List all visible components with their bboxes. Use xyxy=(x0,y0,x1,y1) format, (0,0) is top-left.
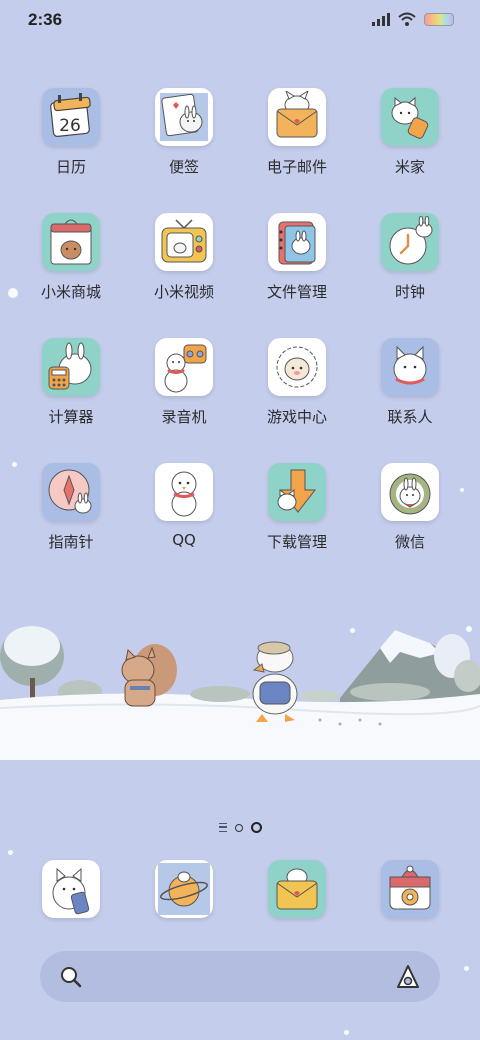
mail-icon xyxy=(268,88,326,146)
compass-icon xyxy=(42,463,100,521)
file-manager-icon xyxy=(268,213,326,271)
status-icons xyxy=(372,12,454,26)
svg-text:26: 26 xyxy=(59,116,81,136)
recorder-icon xyxy=(155,338,213,396)
qq-icon xyxy=(155,463,213,521)
contacts-icon xyxy=(381,338,439,396)
snowflake xyxy=(12,462,17,467)
calculator-icon xyxy=(42,338,100,396)
download-manager-icon xyxy=(268,463,326,521)
app-download-manager[interactable]: 下载管理 xyxy=(240,463,354,552)
messages-icon xyxy=(268,860,326,918)
app-label: 便签 xyxy=(168,158,199,176)
camera-icon xyxy=(381,860,439,918)
game-center-icon xyxy=(268,338,326,396)
dock-app-phone[interactable] xyxy=(14,860,128,918)
dock-app-messages[interactable] xyxy=(240,860,354,918)
battery-icon xyxy=(424,12,454,26)
wallpaper-scene xyxy=(0,626,480,760)
app-calculator[interactable]: 计算器 xyxy=(14,338,128,427)
app-recorder[interactable]: 录音机 xyxy=(127,338,241,427)
menu-lines-icon xyxy=(218,823,227,832)
signal-icon xyxy=(372,12,390,26)
app-clock[interactable]: 时钟 xyxy=(353,213,467,302)
app-label: 计算器 xyxy=(48,408,94,426)
snowflake xyxy=(350,628,355,633)
app-label: 文件管理 xyxy=(266,283,327,301)
app-mijia[interactable]: 米家 xyxy=(353,88,467,177)
dock-app-browser[interactable] xyxy=(127,860,241,918)
app-file-manager[interactable]: 文件管理 xyxy=(240,213,354,302)
browser-icon xyxy=(155,860,213,918)
app-label: 米家 xyxy=(394,158,425,176)
app-label: 游戏中心 xyxy=(266,408,327,426)
page-dot xyxy=(234,823,243,832)
snowflake xyxy=(8,850,13,855)
app-label: 联系人 xyxy=(387,408,433,426)
snowflake xyxy=(460,488,464,492)
app-label: 下载管理 xyxy=(266,533,327,551)
app-label: 时钟 xyxy=(394,283,425,301)
app-label: 小米视频 xyxy=(153,283,214,301)
assistant-icon[interactable] xyxy=(394,963,422,991)
app-label: 录音机 xyxy=(161,408,207,426)
app-mi-store[interactable]: 小米商城 xyxy=(14,213,128,302)
app-label: 指南针 xyxy=(48,533,94,551)
snowflake xyxy=(466,626,472,632)
app-label: 小米商城 xyxy=(40,283,101,301)
dock xyxy=(0,860,480,922)
app-calendar[interactable]: 26 日历 xyxy=(14,88,128,177)
status-bar: 2:36 xyxy=(0,0,480,42)
app-label: 日历 xyxy=(55,158,86,176)
mi-video-icon xyxy=(155,213,213,271)
app-qq[interactable]: QQ xyxy=(127,463,241,549)
app-contacts[interactable]: 联系人 xyxy=(353,338,467,427)
wechat-icon xyxy=(381,463,439,521)
wifi-icon xyxy=(398,12,416,26)
snowflake xyxy=(8,288,18,298)
snowflake xyxy=(464,966,469,971)
notes-icon xyxy=(155,88,213,146)
status-time: 2:36 xyxy=(28,10,63,29)
snowflake xyxy=(344,1030,349,1035)
dock-app-camera[interactable] xyxy=(353,860,467,918)
app-mi-video[interactable]: 小米视频 xyxy=(127,213,241,302)
app-label: 微信 xyxy=(394,533,425,551)
calendar-icon: 26 xyxy=(42,88,100,146)
app-game-center[interactable]: 游戏中心 xyxy=(240,338,354,427)
search-icon[interactable] xyxy=(58,964,84,990)
app-label: QQ xyxy=(172,531,196,549)
search-bar[interactable] xyxy=(40,951,440,1002)
app-label: 电子邮件 xyxy=(266,158,327,176)
mi-store-icon xyxy=(42,213,100,271)
app-compass[interactable]: 指南针 xyxy=(14,463,128,552)
app-mail[interactable]: 电子邮件 xyxy=(240,88,354,177)
app-wechat[interactable]: 微信 xyxy=(353,463,467,552)
clock-icon xyxy=(381,213,439,271)
mijia-icon xyxy=(381,88,439,146)
phone-icon xyxy=(42,860,100,918)
app-notes[interactable]: 便签 xyxy=(127,88,241,177)
page-dot-active xyxy=(250,822,262,833)
page-indicator[interactable] xyxy=(0,822,480,833)
